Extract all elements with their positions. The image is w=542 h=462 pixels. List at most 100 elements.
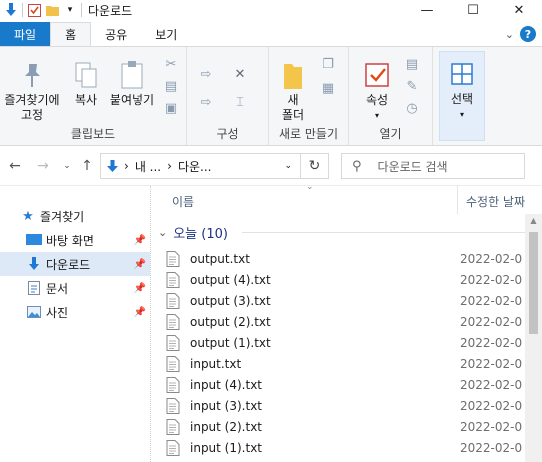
file-date: 2022-02-0 <box>460 314 523 329</box>
tab-file[interactable]: 파일 <box>0 22 51 46</box>
new-item-icon[interactable]: ❐ <box>319 55 337 73</box>
close-button[interactable]: ✕ <box>496 0 542 20</box>
cut-icon[interactable]: ✂ <box>162 55 180 73</box>
search-input[interactable]: ⚲ 다운로드 검색 <box>341 153 525 179</box>
new-folder-label-2: 폴더 <box>281 108 305 122</box>
chevron-right-icon: › <box>167 159 172 173</box>
text-file-icon <box>166 418 180 435</box>
back-arrow-icon[interactable]: ← <box>6 156 24 176</box>
copy-button[interactable]: 복사 <box>66 57 106 108</box>
tab-home[interactable]: 홈 <box>50 22 92 46</box>
delete-icon[interactable]: ✕ <box>231 65 249 83</box>
open-icon[interactable]: ▤ <box>403 55 421 73</box>
list-item[interactable]: output (1).txt 2022-02-0 <box>166 332 536 353</box>
new-group-label: 새로 만들기 <box>278 127 338 141</box>
up-arrow-icon[interactable]: ↑ <box>78 156 96 176</box>
text-file-icon <box>166 271 180 288</box>
select-all-icon <box>450 56 474 92</box>
list-item[interactable]: input.txt 2022-02-0 <box>166 353 536 374</box>
file-date: 2022-02-0 <box>460 440 523 455</box>
address-bar[interactable]: › 내 ... › 다운... ⌄ ↻ <box>100 153 329 179</box>
pin-icon[interactable]: 📌 <box>134 283 146 294</box>
list-item[interactable]: output (3).txt 2022-02-0 <box>166 290 536 311</box>
clipboard-group-label: 클립보드 <box>70 127 116 141</box>
file-name: output (1).txt <box>190 335 271 350</box>
select-group[interactable]: 선택 ▾ <box>439 51 485 141</box>
pin-icon[interactable]: 📌 <box>134 307 146 318</box>
column-header-name[interactable]: 이름 <box>172 193 194 210</box>
scroll-up-icon[interactable]: ▲ <box>525 216 542 225</box>
nav-item-pictures[interactable]: 사진 📌 <box>0 300 150 324</box>
edit-icon[interactable]: ✎ <box>403 77 421 95</box>
new-folder-icon[interactable] <box>45 3 59 17</box>
tab-view[interactable]: 보기 <box>141 22 191 46</box>
list-item[interactable]: output (4).txt 2022-02-0 <box>166 269 536 290</box>
pin-icon[interactable]: 📌 <box>134 235 146 246</box>
list-item[interactable]: input (4).txt 2022-02-0 <box>166 374 536 395</box>
file-date: 2022-02-0 <box>460 335 523 350</box>
help-icon[interactable]: ? <box>520 26 536 42</box>
picture-icon <box>26 305 42 319</box>
column-divider[interactable] <box>457 186 458 214</box>
breadcrumb-this-pc[interactable]: 내 ... <box>135 158 161 175</box>
organize-group-label: 구성 <box>216 127 239 141</box>
easy-access-icon[interactable]: ▦ <box>319 79 337 97</box>
list-item[interactable]: input (1).txt 2022-02-0 <box>166 437 536 458</box>
nav-quick-access[interactable]: ★ 즐겨찾기 <box>0 204 150 228</box>
history-icon[interactable]: ◷ <box>403 99 421 117</box>
list-item[interactable]: output (2).txt 2022-02-0 <box>166 311 536 332</box>
group-header-today[interactable]: ⌄ 오늘 (10) <box>158 222 532 242</box>
properties-label: 속성 <box>365 93 389 107</box>
folder-icon <box>282 57 304 93</box>
file-name: input (2).txt <box>190 419 263 434</box>
copy-path-icon[interactable]: ▤ <box>162 77 180 95</box>
tab-share[interactable]: 공유 <box>91 22 141 46</box>
copy-to-icon[interactable]: ⇨ <box>197 93 215 111</box>
rename-icon[interactable]: ⌶ <box>231 93 249 111</box>
move-to-icon[interactable]: ⇨ <box>197 65 215 83</box>
forward-arrow-icon[interactable]: → <box>34 156 52 176</box>
nav-item-documents[interactable]: 문서 📌 <box>0 276 150 300</box>
properties-check-icon[interactable] <box>27 3 41 17</box>
maximize-button[interactable]: ☐ <box>450 0 496 20</box>
customize-dropdown-icon[interactable]: ▾ <box>63 3 77 17</box>
address-dropdown-icon[interactable]: ⌄ <box>284 161 292 171</box>
nav-item-label: 다운로드 <box>46 257 91 272</box>
column-header-date-modified[interactable]: 수정한 날짜 <box>466 193 525 210</box>
organize-group: ⇨ ✕ ⇨ ⌶ 구성 <box>187 47 269 145</box>
desktop-icon <box>26 233 42 247</box>
search-icon: ⚲ <box>352 158 362 174</box>
document-icon <box>26 281 42 295</box>
chevron-down-icon[interactable]: ⌄ <box>505 28 514 41</box>
pin-to-quick-access-button[interactable]: 즐겨찾기에 고정 <box>2 57 62 123</box>
recent-locations-icon[interactable]: ⌄ <box>58 156 76 176</box>
navigation-pane-splitter[interactable] <box>150 186 151 462</box>
paste-shortcut-icon[interactable]: ▣ <box>162 99 180 117</box>
nav-item-desktop[interactable]: 바탕 화면 📌 <box>0 228 150 252</box>
pin-icon[interactable]: 📌 <box>134 259 146 270</box>
file-name: input (4).txt <box>190 377 263 392</box>
paste-button[interactable]: 붙여넣기 <box>106 57 158 108</box>
paste-label: 붙여넣기 <box>109 93 155 107</box>
sort-indicator-icon: ⌄ <box>306 186 314 192</box>
nav-item-downloads[interactable]: 다운로드 📌 <box>0 252 150 276</box>
minimize-button[interactable]: — <box>404 0 450 20</box>
select-button[interactable]: 선택 ▾ <box>440 56 484 122</box>
vertical-scrollbar[interactable]: ▲ <box>525 214 542 462</box>
file-list: ⌄ 이름 수정한 날짜 ⌄ 오늘 (10) output.txt 2022-02-… <box>152 186 542 462</box>
scrollbar-thumb[interactable] <box>529 232 538 334</box>
properties-button[interactable]: 속성 ▾ <box>355 57 399 123</box>
file-date: 2022-02-0 <box>460 377 523 392</box>
window-title: 다운로드 <box>88 3 133 18</box>
clipboard-icon <box>120 57 144 93</box>
refresh-icon[interactable]: ↻ <box>300 154 328 178</box>
list-item[interactable]: output.txt 2022-02-0 <box>166 248 536 269</box>
new-folder-button[interactable]: 새 폴더 <box>275 57 311 123</box>
list-item[interactable]: input (2).txt 2022-02-0 <box>166 416 536 437</box>
select-label: 선택 <box>450 92 474 106</box>
properties-icon <box>364 57 390 93</box>
breadcrumb-downloads[interactable]: 다운... <box>178 158 212 175</box>
list-item[interactable]: input (3).txt 2022-02-0 <box>166 395 536 416</box>
ribbon: 즐겨찾기에 고정 복사 붙여넣기 ✂ ▤ ▣ 클립보드 ⇨ ✕ ⇨ ⌶ 구성 새… <box>0 46 542 146</box>
file-date: 2022-02-0 <box>460 419 523 434</box>
